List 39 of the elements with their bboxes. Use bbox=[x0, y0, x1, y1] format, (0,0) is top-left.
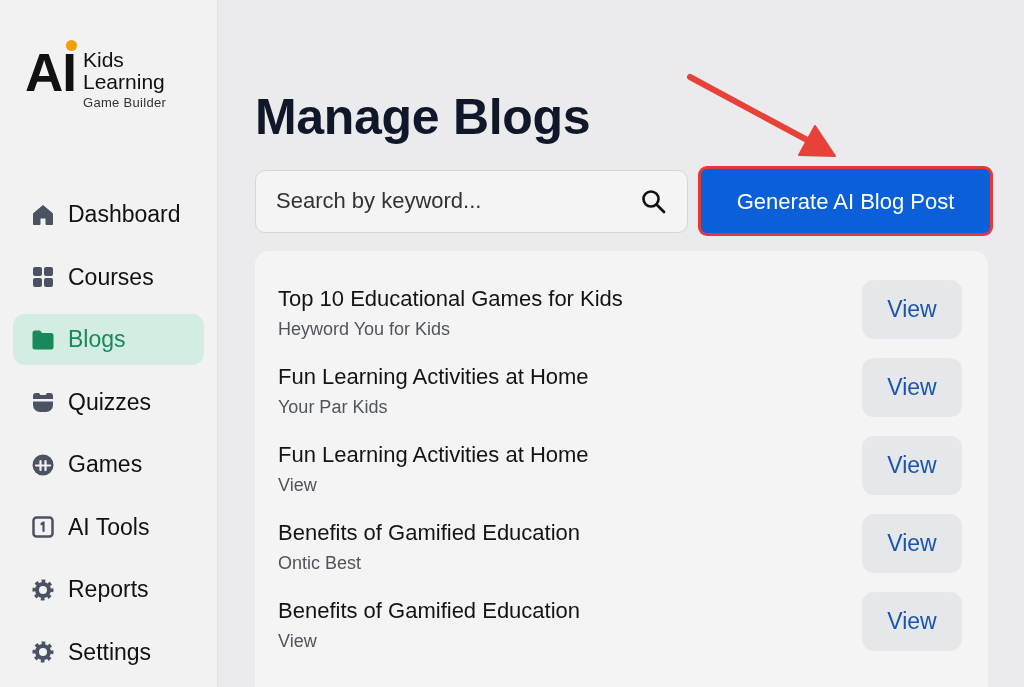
folder-icon bbox=[32, 329, 54, 350]
circle-hash-icon bbox=[32, 453, 54, 476]
sidebar-item[interactable]: Quizzes bbox=[13, 376, 204, 428]
blog-title: Benefits of Gamified Education bbox=[278, 597, 581, 625]
sidebar-item[interactable]: Dashboard bbox=[13, 189, 204, 240]
search-icon bbox=[641, 188, 666, 214]
square-one-icon bbox=[32, 516, 54, 538]
logo-tagline: Game Builder bbox=[83, 95, 167, 111]
generate-blog-post-button[interactable]: Generate AI Blog Post bbox=[701, 169, 990, 233]
sidebar-item[interactable]: Courses bbox=[13, 251, 204, 303]
sidebar-item[interactable]: Reports bbox=[13, 564, 204, 615]
blog-subtitle: Ontic Best bbox=[278, 552, 363, 575]
sidebar-item[interactable]: Games bbox=[13, 439, 204, 490]
house-icon bbox=[32, 203, 54, 226]
view-button[interactable]: View bbox=[862, 280, 962, 339]
sidebar-item[interactable]: AI Tools bbox=[13, 501, 204, 553]
blog-title: Benefits of Gamified Education bbox=[278, 519, 581, 547]
logo-title: Kids bbox=[83, 49, 125, 71]
logo-mark: AI bbox=[25, 46, 76, 99]
bowl-icon bbox=[32, 391, 54, 413]
view-button[interactable]: View bbox=[862, 436, 962, 495]
blog-subtitle: View bbox=[278, 630, 318, 653]
blog-title: Fun Learning Activities at Home bbox=[278, 363, 589, 391]
sidebar-item[interactable]: Blogs bbox=[13, 314, 204, 365]
blog-title: Top 10 Educational Games for Kids bbox=[278, 285, 623, 313]
page-title: Manage Blogs bbox=[255, 92, 591, 142]
blog-subtitle: Heyword You for Kids bbox=[278, 318, 452, 341]
view-button[interactable]: View bbox=[862, 514, 962, 573]
search-field[interactable]: Search by keyword... bbox=[255, 169, 688, 233]
view-button[interactable]: View bbox=[862, 592, 962, 651]
sidebar-item[interactable]: Settings bbox=[13, 626, 204, 678]
blog-subtitle: View bbox=[278, 474, 318, 497]
gear-icon bbox=[32, 578, 54, 601]
gear-icon bbox=[32, 641, 54, 663]
blog-subtitle: Your Par Kids bbox=[278, 396, 389, 419]
view-button[interactable]: View bbox=[862, 358, 962, 417]
blog-title: Fun Learning Activities at Home bbox=[278, 441, 589, 469]
logo-title: Learning bbox=[83, 71, 166, 93]
grid-icon bbox=[32, 266, 54, 288]
